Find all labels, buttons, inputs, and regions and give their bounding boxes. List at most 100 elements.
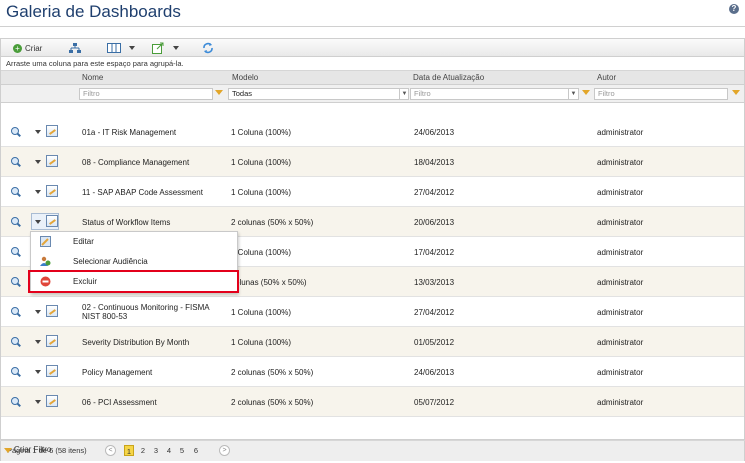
row-model: 1 Coluna (100%) [231, 307, 292, 317]
column-header-name[interactable]: Nome [82, 71, 103, 85]
dashboard-icon[interactable] [46, 305, 58, 317]
column-header-row: Nome Modelo Data de Atualização Autor [1, 71, 744, 85]
dashboard-icon[interactable] [46, 365, 58, 377]
table-row[interactable]: 08 - Compliance Management 1 Coluna (100%… [1, 147, 744, 177]
row-model: 1 Coluna (100%) [231, 187, 292, 197]
row-author: administrator [597, 277, 644, 287]
row-model: 1 Coluna (100%) [231, 247, 292, 257]
view-magnifier-icon[interactable] [11, 157, 19, 165]
create-filter-link[interactable]: Criar Filtro [14, 445, 51, 454]
row-updated: 13/03/2013 [414, 277, 455, 287]
row-author: administrator [597, 187, 644, 197]
row-updated: 24/06/2013 [414, 367, 455, 377]
view-magnifier-icon[interactable] [11, 277, 19, 285]
row-name: 02 - Continuous Monitoring - FISMA NIST … [82, 303, 210, 321]
row-updated: 17/04/2012 [414, 247, 455, 257]
view-magnifier-icon[interactable] [11, 397, 19, 405]
row-name: 06 - PCI Assessment [82, 397, 157, 407]
create-button[interactable]: + Criar [13, 42, 42, 54]
chevron-down-icon[interactable] [35, 220, 41, 224]
table-row[interactable]: Severity Distribution By Month 1 Coluna (… [1, 327, 744, 357]
chevron-down-icon[interactable]: ▼ [399, 88, 409, 100]
chevron-down-icon[interactable] [35, 400, 41, 404]
row-updated: 27/04/2012 [414, 187, 455, 197]
column-header-model[interactable]: Modelo [232, 71, 258, 85]
view-magnifier-icon[interactable] [11, 367, 19, 375]
delete-highlight-box [28, 270, 239, 293]
date-filter-input[interactable]: Filtro [410, 88, 579, 100]
row-author: administrator [597, 307, 644, 317]
row-author: administrator [597, 127, 644, 137]
filter-row: Filtro Todas ▼ Filtro ▼ Filtro [1, 85, 744, 103]
column-header-updated[interactable]: Data de Atualização [413, 71, 484, 85]
row-author: administrator [597, 217, 644, 227]
row-name: Policy Management [82, 367, 153, 377]
author-filter-input[interactable]: Filtro [594, 88, 728, 100]
column-header-author[interactable]: Autor [597, 71, 616, 85]
row-updated: 27/04/2012 [414, 307, 455, 317]
row-model: 1 Coluna (100%) [231, 127, 292, 137]
row-model: colunas (50% x 50%) [231, 277, 307, 287]
row-name: 01a - IT Risk Management [82, 127, 177, 137]
view-magnifier-icon[interactable] [11, 337, 19, 345]
refresh-icon [203, 42, 213, 54]
menu-item-audience-label: Selecionar Audiência [73, 257, 148, 266]
dashboard-icon[interactable] [46, 395, 58, 407]
users-icon [40, 256, 51, 266]
table-row[interactable]: 02 - Continuous Monitoring - FISMA NIST … [1, 297, 744, 327]
row-author: administrator [597, 247, 644, 257]
dashboard-icon[interactable] [46, 335, 58, 347]
group-by-area[interactable]: Arraste uma coluna para este espaço para… [1, 57, 744, 71]
menu-item-edit-label: Editar [73, 237, 94, 246]
chevron-down-icon[interactable] [35, 370, 41, 374]
view-magnifier-icon[interactable] [11, 187, 19, 195]
funnel-icon [4, 448, 12, 453]
row-author: administrator [597, 397, 644, 407]
row-name: 08 - Compliance Management [82, 157, 190, 167]
date-filter-icon[interactable] [582, 90, 590, 95]
table-row[interactable]: 01a - IT Risk Management 1 Coluna (100%) 2… [1, 117, 744, 147]
row-name: 11 - SAP ABAP Code Assessment [82, 187, 203, 197]
columns-button[interactable] [107, 42, 135, 54]
table-row[interactable]: 11 - SAP ABAP Code Assessment 1 Coluna (1… [1, 177, 744, 207]
name-filter-input[interactable]: Filtro [79, 88, 213, 100]
row-model: 2 colunas (50% x 50%) [231, 217, 314, 227]
table-row[interactable]: 06 - PCI Assessment 2 colunas (50% x 50%)… [1, 387, 744, 417]
chevron-down-icon[interactable] [35, 130, 41, 134]
export-icon [152, 42, 164, 54]
row-model: 1 Coluna (100%) [231, 337, 292, 347]
view-magnifier-icon[interactable] [11, 217, 19, 225]
chevron-down-icon[interactable] [35, 340, 41, 344]
chevron-down-icon[interactable] [35, 310, 41, 314]
help-icon[interactable]: ? [729, 4, 739, 14]
refresh-button[interactable] [202, 42, 214, 54]
chevron-down-icon[interactable] [35, 160, 41, 164]
menu-item-edit[interactable]: Editar [31, 232, 237, 252]
model-filter-select[interactable]: Todas [228, 88, 409, 100]
row-model: 1 Coluna (100%) [231, 157, 292, 167]
row-updated: 20/06/2013 [414, 217, 455, 227]
view-magnifier-icon[interactable] [11, 127, 19, 135]
hierarchy-button[interactable] [69, 42, 81, 54]
menu-item-audience[interactable]: Selecionar Audiência [31, 252, 237, 272]
table-row[interactable]: Policy Management 2 colunas (50% x 50%) 24… [1, 357, 744, 387]
name-filter-icon[interactable] [215, 90, 223, 95]
row-updated: 18/04/2013 [414, 157, 455, 167]
row-model: 2 colunas (50% x 50%) [231, 367, 314, 377]
view-magnifier-icon[interactable] [11, 247, 19, 255]
dashboard-icon[interactable] [46, 215, 58, 227]
dashboard-icon[interactable] [46, 155, 58, 167]
row-author: administrator [597, 337, 644, 347]
calendar-dropdown-icon[interactable]: ▼ [568, 88, 578, 100]
chevron-down-icon [129, 46, 135, 50]
plus-icon: + [13, 43, 22, 53]
create-button-label: Criar [25, 43, 43, 53]
columns-icon [107, 43, 121, 53]
view-magnifier-icon[interactable] [11, 307, 19, 315]
export-button[interactable] [152, 42, 179, 54]
chevron-down-icon[interactable] [35, 190, 41, 194]
author-filter-icon[interactable] [732, 90, 740, 95]
footer: Criar Filtro [0, 440, 745, 463]
dashboard-icon[interactable] [46, 185, 58, 197]
dashboard-icon[interactable] [46, 125, 58, 137]
